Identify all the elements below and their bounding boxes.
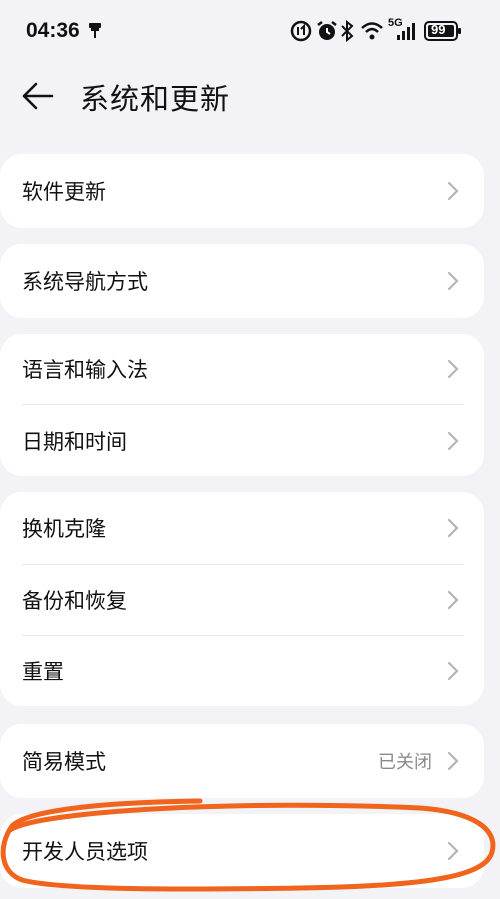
row-label: 换机克隆 (22, 517, 106, 541)
page-header: 系统和更新 (0, 62, 500, 140)
settings-group-6: 开发人员选项 (0, 814, 484, 888)
chevron-right-icon (446, 589, 460, 611)
row-label: 开发人员选项 (22, 840, 148, 864)
settings-group-1: 软件更新 (0, 154, 484, 228)
chevron-right-icon (446, 270, 460, 292)
chevron-right-icon (446, 750, 460, 772)
chevron-right-icon (446, 660, 460, 682)
data-saver-icon (290, 20, 312, 46)
settings-group-4: 换机克隆 备份和恢复 重置 (0, 492, 484, 706)
arrow-left-icon[interactable] (20, 80, 60, 112)
wifi-icon (360, 20, 384, 46)
software-update-item[interactable]: 软件更新 (0, 154, 484, 228)
bluetooth-icon (340, 19, 354, 46)
system-navigation-item[interactable]: 系统导航方式 (0, 244, 484, 318)
battery-level: 99 (431, 22, 446, 37)
row-label: 语言和输入法 (22, 358, 148, 382)
reset-item[interactable]: 重置 (0, 636, 484, 706)
row-label: 简易模式 (22, 750, 106, 774)
row-label: 备份和恢复 (22, 589, 127, 613)
alarm-icon (316, 20, 338, 46)
settings-group-5: 简易模式 已关闭 (0, 724, 484, 798)
usb-icon (88, 22, 102, 44)
date-time-item[interactable]: 日期和时间 (0, 405, 484, 476)
chevron-right-icon (446, 840, 460, 862)
page-title: 系统和更新 (80, 82, 231, 116)
backup-restore-item[interactable]: 备份和恢复 (0, 565, 484, 635)
chevron-right-icon (446, 430, 460, 452)
status-time: 04:36 (26, 19, 80, 42)
chevron-right-icon (446, 517, 460, 539)
language-input-item[interactable]: 语言和输入法 (0, 334, 484, 404)
row-label: 日期和时间 (22, 429, 127, 454)
row-label: 软件更新 (22, 180, 106, 204)
status-bar: 04:36 5G 99 (0, 0, 500, 62)
row-label: 系统导航方式 (22, 270, 148, 294)
settings-group-3: 语言和输入法 日期和时间 (0, 334, 484, 476)
simple-mode-status: 已关闭 (378, 752, 432, 773)
signal-icon (396, 20, 418, 46)
simple-mode-item[interactable]: 简易模式 已关闭 (0, 724, 484, 798)
chevron-right-icon (446, 358, 460, 380)
developer-options-item[interactable]: 开发人员选项 (0, 814, 484, 888)
settings-group-2: 系统导航方式 (0, 244, 484, 318)
row-label: 重置 (22, 660, 64, 684)
chevron-right-icon (446, 180, 460, 202)
phone-clone-item[interactable]: 换机克隆 (0, 492, 484, 564)
